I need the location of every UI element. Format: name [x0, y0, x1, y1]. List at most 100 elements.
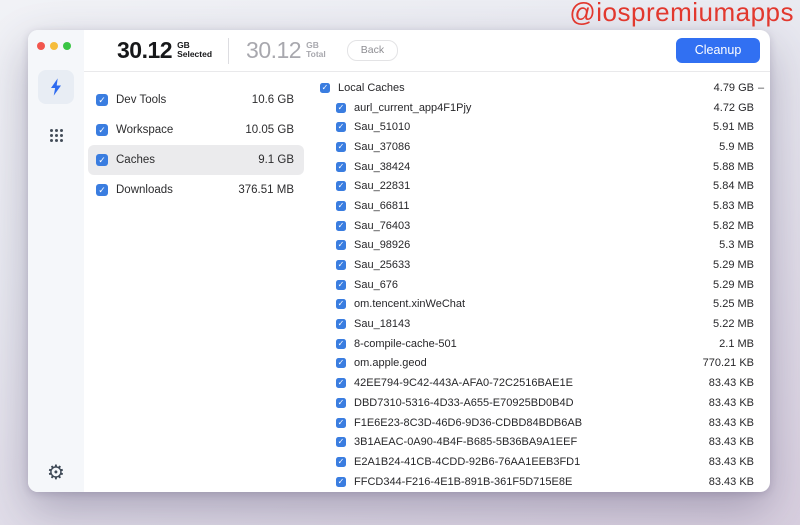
app-window: ⚙ 30.12 GB Selected 30.12 GB Total Back … [28, 30, 770, 492]
checkbox-checked-icon[interactable]: ✓ [336, 200, 346, 211]
file-row[interactable]: ✓ DBD7310-5316-4D33-A655-E70925BD0B4D 83.4… [310, 393, 768, 413]
file-row[interactable]: ✓ Sau_25633 5.29 MB [310, 255, 768, 275]
file-row[interactable]: ✓ Sau_22831 5.84 MB [310, 176, 768, 196]
file-row[interactable]: ✓ Sau_37086 5.9 MB [310, 137, 768, 157]
selected-size-unit: GB Selected [177, 41, 212, 59]
file-row[interactable]: ✓ Sau_66811 5.83 MB [310, 196, 768, 216]
category-label: Downloads [116, 184, 173, 196]
checkbox-checked-icon[interactable]: ✓ [336, 141, 346, 152]
checkbox-checked-icon[interactable]: ✓ [336, 437, 346, 448]
checkbox-checked-icon[interactable]: ✓ [336, 279, 346, 290]
file-list: ✓ Local Caches 4.79 GB – ✓ aurl_current_app4F… [310, 72, 770, 488]
checkbox-checked-icon[interactable]: ✓ [336, 220, 346, 231]
file-label: Sau_18143 [354, 318, 411, 331]
sidebar-item-apps[interactable] [49, 128, 64, 148]
checkbox-checked-icon[interactable]: ✓ [336, 240, 346, 251]
selected-size-value: 30.12 [117, 37, 173, 63]
checkbox-checked-icon[interactable]: ✓ [336, 476, 346, 487]
file-row[interactable]: ✓ Sau_38424 5.88 MB [310, 157, 768, 177]
header-divider [228, 37, 230, 64]
file-row[interactable]: ✓ FFCD344-F216-4E1B-891B-361F5D715E8E 83.4… [310, 472, 768, 488]
category-list: ✓ Dev Tools 10.6 GB ✓ Workspace 10.05 GB ✓ Cach… [84, 72, 310, 205]
header-bar: 30.12 GB Selected 30.12 GB Total Back Cl… [84, 30, 770, 72]
category-row[interactable]: ✓ Dev Tools 10.6 GB [88, 85, 304, 115]
file-size: 83.43 KB [708, 377, 754, 390]
file-row[interactable]: ✓ Sau_18143 5.22 MB [310, 314, 768, 334]
file-size: 5.84 MB [713, 180, 754, 193]
file-group-size: 4.79 GB [713, 81, 754, 94]
file-size: 5.29 MB [713, 259, 754, 272]
file-row[interactable]: ✓ Sau_76403 5.82 MB [310, 216, 768, 236]
file-size: 5.25 MB [713, 298, 754, 311]
file-label: FFCD344-F216-4E1B-891B-361F5D715E8E [354, 475, 573, 488]
total-size-unit: GB Total [306, 41, 326, 59]
close-button[interactable] [37, 42, 45, 50]
checkbox-checked-icon[interactable]: ✓ [336, 260, 346, 271]
file-row[interactable]: ✓ om.apple.geod 770.21 KB [310, 354, 768, 374]
sidebar-item-cleanup[interactable] [38, 70, 74, 104]
checkbox-checked-icon[interactable]: ✓ [96, 184, 108, 196]
checkbox-checked-icon[interactable]: ✓ [320, 82, 330, 93]
checkbox-checked-icon[interactable]: ✓ [336, 456, 346, 467]
checkbox-checked-icon[interactable]: ✓ [336, 161, 346, 172]
checkbox-checked-icon[interactable]: ✓ [96, 124, 108, 136]
file-label: Sau_37086 [354, 140, 411, 153]
file-size: 2.1 MB [719, 337, 754, 350]
bolt-icon [48, 77, 64, 97]
checkbox-checked-icon[interactable]: ✓ [336, 338, 346, 349]
file-label: om.tencent.xinWeChat [354, 298, 466, 311]
checkbox-checked-icon[interactable]: ✓ [336, 358, 346, 369]
zoom-button[interactable] [63, 42, 71, 50]
file-size: 83.43 KB [708, 416, 754, 429]
file-group-row[interactable]: ✓ Local Caches 4.79 GB – [310, 78, 768, 98]
file-label: Sau_676 [354, 278, 399, 291]
checkbox-checked-icon[interactable]: ✓ [336, 378, 346, 389]
file-row[interactable]: ✓ Sau_98926 5.3 MB [310, 236, 768, 256]
file-size: 5.9 MB [719, 140, 754, 153]
file-size: 83.43 KB [708, 475, 754, 488]
file-row[interactable]: ✓ Sau_676 5.29 MB [310, 275, 768, 295]
settings-button[interactable]: ⚙ [47, 462, 65, 482]
file-row[interactable]: ✓ 3B1AEAC-0A90-4B4F-B685-5B36BA9A1EEF 83.4… [310, 432, 768, 452]
file-row[interactable]: ✓ E2A1B24-41CB-4CDD-92B6-76AA1EEB3FD1 83.4… [310, 452, 768, 472]
file-row[interactable]: ✓ 8-compile-cache-501 2.1 MB [310, 334, 768, 354]
file-label: 8-compile-cache-501 [354, 337, 457, 350]
collapse-toggle[interactable]: – [754, 82, 768, 94]
file-size: 5.83 MB [713, 199, 754, 212]
total-size-value: 30.12 [246, 37, 302, 63]
back-button[interactable]: Back [346, 40, 399, 61]
file-row[interactable]: ✓ aurl_current_app4F1Pjy 4.72 GB [310, 98, 768, 118]
file-label: DBD7310-5316-4D33-A655-E70925BD0B4D [354, 396, 574, 409]
category-label: Caches [116, 154, 155, 166]
gear-icon: ⚙ [47, 460, 65, 484]
checkbox-checked-icon[interactable]: ✓ [336, 181, 346, 192]
file-row[interactable]: ✓ 42EE794-9C42-443A-AFA0-72C2516BAE1E 83.4… [310, 373, 768, 393]
checkbox-checked-icon[interactable]: ✓ [336, 319, 346, 330]
category-size: 9.1 GB [258, 154, 294, 166]
category-size: 10.6 GB [251, 94, 294, 106]
cleanup-button[interactable]: Cleanup [676, 38, 760, 63]
checkbox-checked-icon[interactable]: ✓ [336, 102, 346, 113]
checkbox-checked-icon[interactable]: ✓ [336, 417, 346, 428]
checkbox-checked-icon[interactable]: ✓ [336, 397, 346, 408]
minimize-button[interactable] [50, 42, 58, 50]
checkbox-checked-icon[interactable]: ✓ [96, 154, 108, 166]
sidebar: ⚙ [28, 30, 84, 492]
file-row[interactable]: ✓ F1E6E23-8C3D-46D6-9D36-CDBD84BDB6AB 83.4… [310, 413, 768, 433]
file-size: 5.22 MB [713, 318, 754, 331]
checkbox-checked-icon[interactable]: ✓ [336, 122, 346, 133]
file-group-label: Local Caches [338, 81, 405, 94]
file-label: Sau_51010 [354, 121, 411, 134]
category-row[interactable]: ✓ Caches 9.1 GB [88, 145, 304, 175]
file-label: Sau_66811 [354, 199, 410, 212]
file-label: 42EE794-9C42-443A-AFA0-72C2516BAE1E [354, 377, 573, 390]
grid-icon [49, 128, 64, 148]
category-row[interactable]: ✓ Downloads 376.51 MB [88, 175, 304, 205]
file-label: aurl_current_app4F1Pjy [354, 101, 472, 114]
checkbox-checked-icon[interactable]: ✓ [336, 299, 346, 310]
file-row[interactable]: ✓ om.tencent.xinWeChat 5.25 MB [310, 295, 768, 315]
category-row[interactable]: ✓ Workspace 10.05 GB [88, 115, 304, 145]
file-size: 5.82 MB [713, 219, 754, 232]
checkbox-checked-icon[interactable]: ✓ [96, 94, 108, 106]
file-row[interactable]: ✓ Sau_51010 5.91 MB [310, 117, 768, 137]
